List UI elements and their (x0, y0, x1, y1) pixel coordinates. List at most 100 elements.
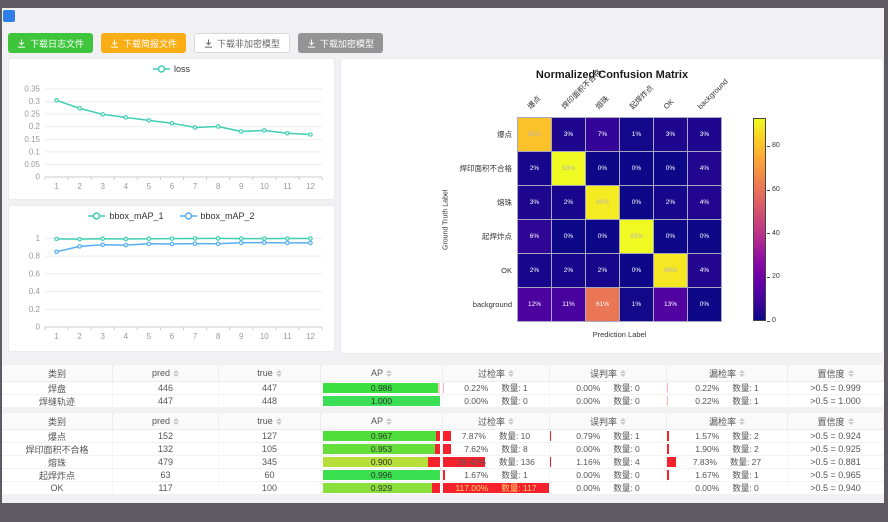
col-header-pred[interactable]: pred (113, 413, 219, 430)
svg-text:1: 1 (36, 234, 41, 243)
download-icon (204, 39, 213, 48)
svg-text:3: 3 (100, 332, 105, 341)
matrix-cell: 1% (620, 288, 653, 321)
matrix-cell: 2% (518, 152, 551, 185)
rate-count: 数量: 136 (499, 456, 535, 468)
colorbar-tick-label: 80 (772, 142, 780, 150)
rate-count: 数量: 1 (732, 382, 758, 394)
svg-text:6: 6 (170, 182, 175, 191)
col-header-overkill[interactable]: 过检率 (443, 365, 550, 382)
col-header-label: pred (152, 416, 170, 426)
legend-item-bbox_mAP_2[interactable]: bbox_mAP_2 (180, 211, 255, 221)
svg-text:8: 8 (216, 182, 221, 191)
sort-icon (276, 370, 282, 377)
col-header-label: 类别 (48, 367, 66, 380)
col-header-confidence[interactable]: 置信度 (788, 413, 884, 430)
col-header-label: 漏检率 (709, 415, 736, 428)
rate-percent: 7.83% (693, 457, 717, 467)
cell-class: 爆点 (2, 430, 113, 443)
matrix-cell: 11% (552, 288, 585, 321)
svg-text:9: 9 (239, 182, 244, 191)
toolbar: 下载日志文件 下载简报文件 下载非加密模型 下载加密模型 (8, 33, 383, 53)
col-header-label: pred (152, 368, 170, 378)
col-header-pred[interactable]: pred (113, 365, 219, 382)
cell-true: 127 (219, 430, 321, 443)
rate-percent: 0.00% (464, 396, 488, 406)
legend-item-loss[interactable]: loss (153, 64, 190, 74)
rate-percent: 1.67% (695, 470, 719, 480)
rate-count: 数量: 2 (732, 443, 758, 455)
col-header-ap[interactable]: AP (321, 413, 443, 430)
app-icon (3, 10, 15, 22)
download-report-label: 下载简报文件 (123, 37, 177, 50)
matrix-cell: 89% (654, 254, 687, 287)
col-header-true[interactable]: true (219, 413, 321, 430)
legend-label: bbox_mAP_2 (201, 211, 255, 221)
col-header-misjudge[interactable]: 误判率 (550, 365, 667, 382)
matrix-cell: 0% (552, 220, 585, 253)
cell-ap: 0.953 (321, 443, 443, 456)
svg-text:4: 4 (124, 332, 129, 341)
svg-text:11: 11 (283, 332, 292, 341)
cell-misjudge-rate: 0.00%数量: 0 (550, 395, 667, 408)
col-header-label: AP (371, 416, 383, 426)
svg-text:12: 12 (306, 182, 315, 191)
svg-text:8: 8 (216, 332, 221, 341)
matrix-y-axis-label: Ground Truth Label (441, 118, 451, 321)
rate-count: 数量: 0 (501, 395, 527, 407)
svg-text:5: 5 (147, 332, 152, 341)
legend-item-bbox_mAP_1[interactable]: bbox_mAP_1 (88, 211, 163, 221)
svg-text:0.05: 0.05 (24, 160, 40, 169)
matrix-cell: 6% (518, 220, 551, 253)
svg-text:0.8: 0.8 (29, 252, 41, 261)
matrix-cell: 93% (620, 220, 653, 253)
cell-class: 焊印面积不合格 (2, 443, 113, 456)
col-header-label: 误判率 (590, 415, 617, 428)
cell-ap: 0.967 (321, 430, 443, 443)
map-chart-legend: bbox_mAP_1 bbox_mAP_2 (9, 211, 334, 221)
legend-label: bbox_mAP_1 (109, 211, 163, 221)
col-header-ap[interactable]: AP (321, 365, 443, 382)
svg-text:0: 0 (36, 323, 41, 332)
rate-count: 数量: 10 (499, 430, 530, 442)
matrix-cell: 4% (688, 152, 721, 185)
col-header-label: 过检率 (478, 415, 505, 428)
rate-percent: 0.00% (576, 383, 600, 393)
col-header-class: 类别 (2, 365, 113, 382)
cell-pred: 446 (113, 382, 219, 395)
matrix-cell: 7% (586, 118, 619, 151)
col-header-label: true (257, 416, 273, 426)
matrix-row-label: 熔珠 (341, 198, 514, 207)
matrix-cell: 0% (654, 152, 687, 185)
cell-overkill-rate: 1.67%数量: 1 (443, 469, 550, 482)
col-header-misjudge[interactable]: 误判率 (550, 413, 667, 430)
rate-percent: 117.00% (455, 483, 488, 493)
cell-pred: 152 (113, 430, 219, 443)
cell-ap: 0.986 (321, 382, 443, 395)
cell-misjudge-rate: 0.00%数量: 0 (550, 443, 667, 456)
download-unencrypted-model-button[interactable]: 下载非加密模型 (194, 33, 290, 53)
cell-class: 焊盘 (2, 382, 113, 395)
col-header-miss[interactable]: 漏检率 (667, 365, 788, 382)
matrix-cell: 3% (518, 186, 551, 219)
col-header-label: true (257, 368, 273, 378)
svg-text:6: 6 (170, 332, 175, 341)
cell-pred: 117 (113, 482, 219, 495)
download-log-button[interactable]: 下载日志文件 (8, 33, 93, 53)
rate-percent: 0.00% (695, 483, 719, 493)
col-header-overkill[interactable]: 过检率 (443, 413, 550, 430)
col-header-miss[interactable]: 漏检率 (667, 413, 788, 430)
colorbar-tick-mark (767, 190, 770, 191)
legend-label: loss (174, 64, 190, 74)
col-header-confidence[interactable]: 置信度 (788, 365, 884, 382)
colorbar-tick-mark (767, 233, 770, 234)
cell-misjudge-rate: 0.00%数量: 0 (550, 482, 667, 495)
matrix-x-axis-label: Prediction Label (518, 330, 721, 339)
rate-count: 数量: 0 (613, 395, 639, 407)
confusion-matrix-title: Normalized Confusion Matrix (341, 69, 883, 81)
col-header-true[interactable]: true (219, 365, 321, 382)
download-encrypted-model-button[interactable]: 下载加密模型 (298, 33, 383, 53)
download-report-button[interactable]: 下载简报文件 (101, 33, 186, 53)
sort-icon (173, 418, 179, 425)
matrix-cell: 12% (518, 288, 551, 321)
